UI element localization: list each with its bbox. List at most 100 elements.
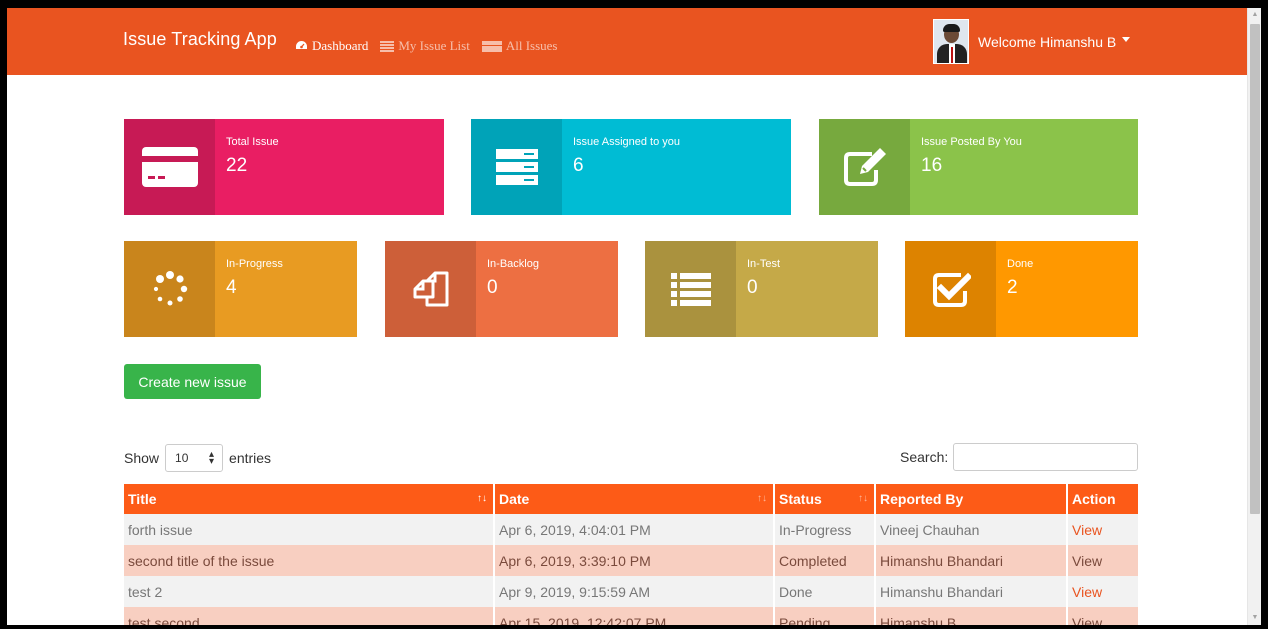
select-arrows-icon: ▴ ▾ bbox=[209, 449, 215, 467]
view-link[interactable]: View bbox=[1067, 514, 1138, 545]
edit-icon bbox=[843, 148, 886, 186]
page-length-select[interactable]: 10 ▴ ▾ bbox=[165, 444, 224, 472]
scrollbar-thumb[interactable] bbox=[1250, 24, 1260, 514]
dashboard-icon bbox=[296, 41, 307, 49]
list-icon bbox=[670, 273, 711, 306]
nav-my-issue-list[interactable]: My Issue List bbox=[380, 38, 470, 54]
browser-frame: Issue Tracking App Dashboard My Issue Li… bbox=[7, 8, 1261, 625]
create-issue-button[interactable]: Create new issue bbox=[124, 364, 261, 399]
stat-icon-wrap bbox=[905, 241, 996, 337]
cell-reported-by: Himanshu Bhandari bbox=[875, 576, 1068, 607]
stat-card-in-backlog[interactable]: In-Backlog 0 bbox=[385, 241, 618, 337]
stat-icon-wrap bbox=[124, 241, 215, 337]
page-viewport: Issue Tracking App Dashboard My Issue Li… bbox=[7, 8, 1247, 625]
scroll-down-icon[interactable]: ▼ bbox=[1248, 611, 1261, 625]
cell-status: In-Progress bbox=[774, 514, 876, 545]
check-square-icon bbox=[932, 272, 971, 307]
stat-label: In-Backlog bbox=[487, 258, 539, 270]
stat-label: Issue Assigned to you bbox=[573, 136, 681, 148]
stat-value: 0 bbox=[487, 277, 498, 298]
cell-title: test 2 bbox=[124, 576, 495, 607]
nav-all-issues-label: All Issues bbox=[505, 38, 558, 53]
stat-label: Issue Posted By You bbox=[921, 136, 1022, 148]
sort-icon: ↑↓ bbox=[858, 493, 868, 504]
vertical-scrollbar[interactable]: ▲ ▼ bbox=[1247, 8, 1261, 625]
column-header-title[interactable]: Title ↑↓ bbox=[124, 484, 495, 514]
cell-date: Apr 6, 2019, 4:04:01 PM bbox=[494, 514, 775, 545]
entries-label: entries bbox=[229, 450, 272, 466]
stat-icon-wrap bbox=[819, 119, 910, 215]
cell-status: Pending bbox=[774, 607, 876, 625]
nav-dashboard[interactable]: Dashboard bbox=[295, 38, 368, 54]
nav-links: Dashboard My Issue List All Issues bbox=[295, 38, 569, 54]
stat-card-done[interactable]: Done 2 bbox=[905, 241, 1138, 337]
list-icon bbox=[380, 40, 395, 52]
table-row: second title of the issue Apr 6, 2019, 3… bbox=[124, 545, 1138, 576]
stat-value: 22 bbox=[226, 155, 248, 176]
page-length-value: 10 bbox=[175, 451, 189, 465]
stat-value: 16 bbox=[921, 155, 943, 176]
stat-label: Done bbox=[1007, 258, 1034, 270]
stat-label: Total Issue bbox=[226, 136, 279, 148]
stat-value: 6 bbox=[573, 155, 584, 176]
table-search: Search: bbox=[900, 443, 1139, 471]
cell-reported-by: Himanshu Bhandari bbox=[875, 545, 1068, 576]
column-header-date[interactable]: Date ↑↓ bbox=[494, 484, 775, 514]
cell-status: Done bbox=[774, 576, 876, 607]
navbar: Issue Tracking App Dashboard My Issue Li… bbox=[7, 8, 1247, 75]
issues-table: Title ↑↓ Date ↑↓ Status ↑↓ Reported By Acti… bbox=[124, 484, 1138, 625]
stat-card-assigned[interactable]: Issue Assigned to you 6 bbox=[471, 119, 791, 215]
nav-my-issue-list-label: My Issue List bbox=[398, 38, 470, 53]
stat-icon-wrap bbox=[124, 119, 215, 215]
spinner-icon bbox=[153, 271, 187, 306]
cell-date: Apr 6, 2019, 3:39:10 PM bbox=[494, 545, 775, 576]
stat-card-in-progress[interactable]: In-Progress 4 bbox=[124, 241, 357, 337]
stat-label: In-Test bbox=[747, 258, 781, 270]
cell-title: forth issue bbox=[124, 514, 495, 545]
stat-icon-wrap bbox=[645, 241, 736, 337]
stat-icon-wrap bbox=[471, 119, 562, 215]
nav-dashboard-label: Dashboard bbox=[312, 38, 369, 53]
app-brand[interactable]: Issue Tracking App bbox=[123, 29, 277, 50]
table-header-row: Title ↑↓ Date ↑↓ Status ↑↓ Reported By Acti… bbox=[124, 484, 1138, 514]
stat-card-total-issue[interactable]: Total Issue 22 bbox=[124, 119, 444, 215]
welcome-text: Welcome Himanshu B bbox=[978, 33, 1117, 50]
page-length-control: Show 10 ▴ ▾ entries bbox=[124, 444, 271, 472]
stat-value: 0 bbox=[747, 277, 758, 298]
search-label: Search: bbox=[900, 449, 949, 465]
stat-card-posted[interactable]: Issue Posted By You 16 bbox=[819, 119, 1138, 215]
user-menu[interactable]: Welcome Himanshu B bbox=[933, 19, 1131, 64]
view-link[interactable]: View bbox=[1067, 607, 1138, 625]
stat-label: In-Progress bbox=[226, 258, 283, 270]
table-icon bbox=[481, 40, 502, 52]
view-link[interactable]: View bbox=[1067, 545, 1138, 576]
cell-title: test second bbox=[124, 607, 495, 625]
stat-value: 2 bbox=[1007, 277, 1018, 298]
cell-date: Apr 9, 2019, 9:15:59 AM bbox=[494, 576, 775, 607]
cell-date: Apr 15, 2019, 12:42:07 PM bbox=[494, 607, 775, 625]
sort-icon: ↑↓ bbox=[757, 493, 767, 504]
search-input[interactable] bbox=[953, 443, 1139, 471]
show-label: Show bbox=[124, 450, 160, 466]
stat-card-in-test[interactable]: In-Test 0 bbox=[645, 241, 878, 337]
sort-icon: ↑↓ bbox=[477, 493, 487, 504]
view-link[interactable]: View bbox=[1067, 576, 1138, 607]
avatar bbox=[933, 19, 969, 64]
server-icon bbox=[495, 149, 538, 185]
table-row: forth issue Apr 6, 2019, 4:04:01 PM In-P… bbox=[124, 514, 1138, 545]
cell-status: Completed bbox=[774, 545, 876, 576]
nav-all-issues[interactable]: All Issues bbox=[481, 38, 558, 54]
column-header-status[interactable]: Status ↑↓ bbox=[774, 484, 876, 514]
column-header-action[interactable]: Action bbox=[1067, 484, 1138, 514]
stat-icon-wrap bbox=[385, 241, 476, 337]
cell-reported-by: Himanshu B bbox=[875, 607, 1068, 625]
credit-card-icon bbox=[141, 147, 198, 187]
cell-title: second title of the issue bbox=[124, 545, 495, 576]
chevron-down-icon bbox=[1122, 37, 1131, 42]
stat-value: 4 bbox=[226, 277, 237, 298]
table-row: test 2 Apr 9, 2019, 9:15:59 AM Done Hima… bbox=[124, 576, 1138, 607]
copy-icon bbox=[413, 271, 448, 307]
column-header-reported-by[interactable]: Reported By bbox=[875, 484, 1068, 514]
table-row: test second Apr 15, 2019, 12:42:07 PM Pe… bbox=[124, 607, 1138, 625]
scroll-up-icon[interactable]: ▲ bbox=[1248, 8, 1261, 22]
